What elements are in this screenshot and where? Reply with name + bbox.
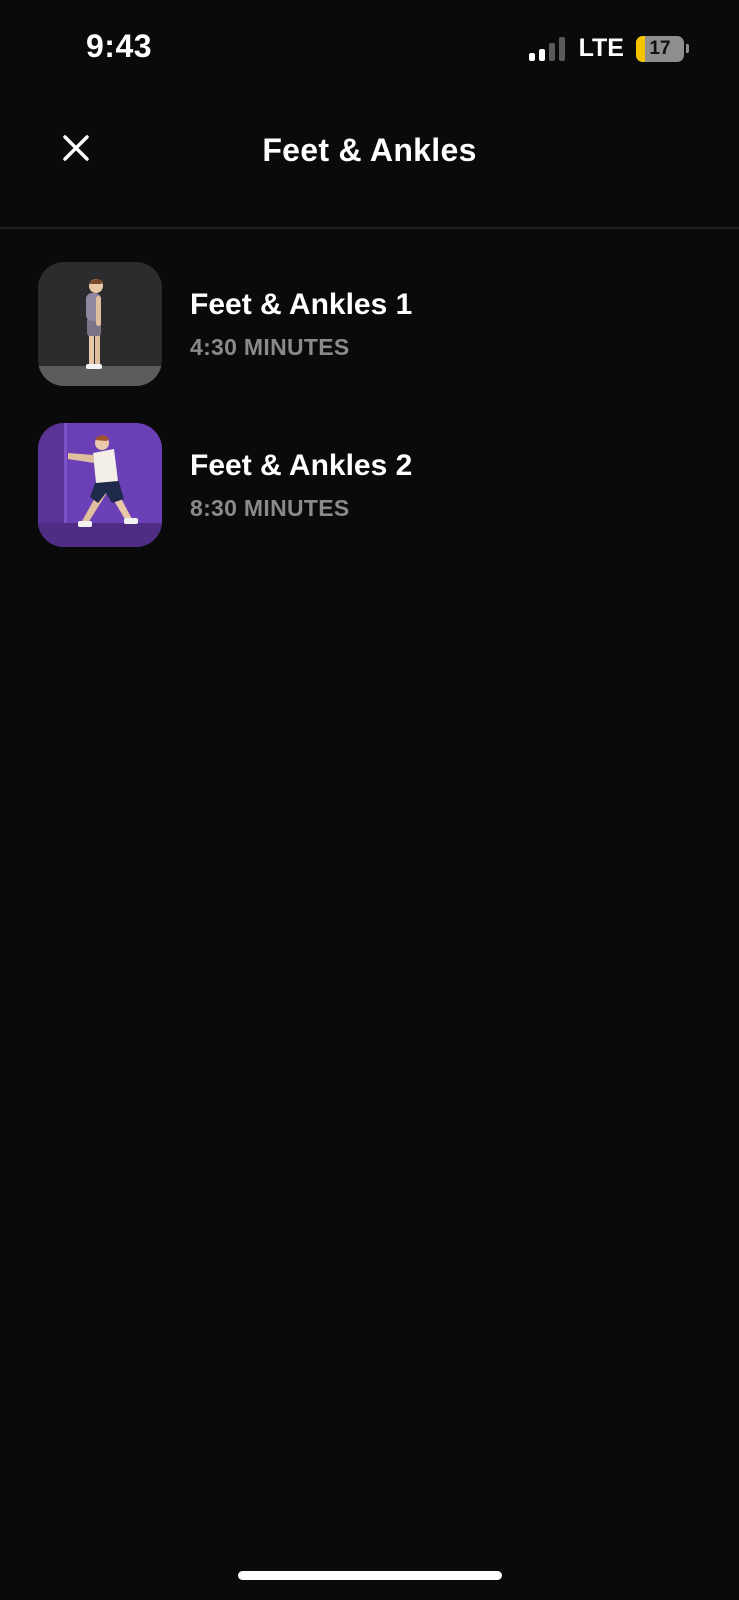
- page-header: Feet & Ankles: [0, 100, 739, 229]
- battery-cap: [686, 44, 689, 53]
- workout-thumbnail: [38, 423, 162, 547]
- network-type: LTE: [578, 34, 624, 62]
- wall-stretch-illustration: [38, 423, 162, 547]
- workout-duration: 8:30 MINUTES: [190, 495, 350, 521]
- workout-title: Feet & Ankles 1: [190, 288, 413, 321]
- home-indicator[interactable]: [238, 1571, 502, 1580]
- workout-title: Feet & Ankles 2: [190, 449, 413, 482]
- workout-thumbnail: [38, 262, 162, 386]
- workout-duration: 4:30 MINUTES: [190, 334, 350, 360]
- battery-icon: 17: [636, 35, 684, 62]
- page-title: Feet & Ankles: [262, 132, 477, 168]
- status-time: 9:43: [86, 28, 153, 64]
- workout-item-2[interactable]: Feet & Ankles 2 8:30 MINUTES: [38, 423, 698, 547]
- status-bar: 9:43 LTE 17: [0, 0, 739, 100]
- standing-person-illustration: [38, 262, 162, 386]
- workout-text: Feet & Ankles 2 8:30 MINUTES: [190, 446, 412, 524]
- battery-level: 17: [649, 37, 671, 59]
- cellular-signal-icon: [528, 36, 565, 61]
- app-screen: 9:43 LTE 17 Feet & Ankles Feet & Ankles …: [0, 0, 739, 1600]
- workout-item-1[interactable]: Feet & Ankles 1 4:30 MINUTES: [38, 262, 698, 386]
- workout-text: Feet & Ankles 1 4:30 MINUTES: [190, 285, 412, 363]
- status-indicators: LTE 17: [528, 34, 689, 63]
